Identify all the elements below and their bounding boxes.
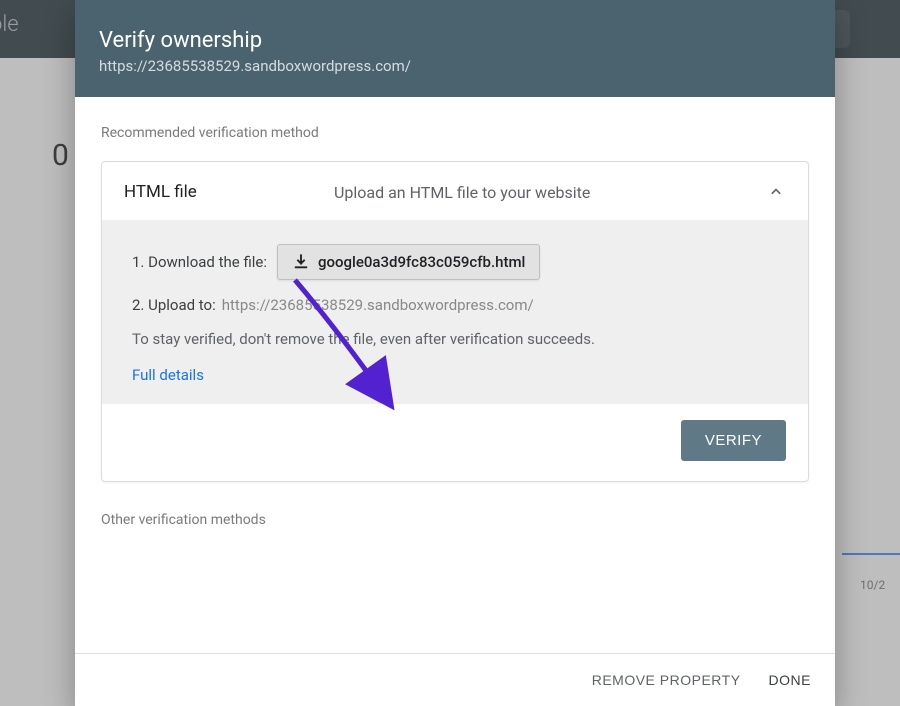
verification-note: To stay verified, don't remove the file,… xyxy=(132,330,778,348)
method-content: 1. Download the file: google0a3d9fc83c05… xyxy=(102,220,808,404)
download-filename: google0a3d9fc83c059cfb.html xyxy=(318,253,525,271)
modal-header: Verify ownership https://23685538529.san… xyxy=(75,0,835,97)
step-download: 1. Download the file: google0a3d9fc83c05… xyxy=(132,244,778,280)
step2-text: 2. Upload to: xyxy=(132,296,216,314)
other-methods-label: Other verification methods xyxy=(101,512,809,528)
modal-title: Verify ownership xyxy=(99,28,811,53)
modal-footer: REMOVE PROPERTY DONE xyxy=(75,653,835,706)
modal-body[interactable]: Recommended verification method HTML fil… xyxy=(75,97,835,653)
step1-text: 1. Download the file: xyxy=(132,253,267,271)
verify-row: VERIFY xyxy=(102,404,808,481)
verify-button[interactable]: VERIFY xyxy=(681,420,786,461)
method-description: Upload an HTML file to your website xyxy=(334,183,766,202)
recommended-method-label: Recommended verification method xyxy=(101,125,809,141)
step-upload: 2. Upload to: https://23685538529.sandbo… xyxy=(132,296,778,314)
chevron-up-icon xyxy=(766,182,786,202)
download-file-button[interactable]: google0a3d9fc83c059cfb.html xyxy=(277,244,540,280)
done-button[interactable]: DONE xyxy=(769,672,811,688)
full-details-link[interactable]: Full details xyxy=(132,366,778,384)
modal-subtitle: https://23685538529.sandboxwordpress.com… xyxy=(99,57,811,75)
step2-url: https://23685538529.sandboxwordpress.com… xyxy=(222,296,534,314)
method-card-html-file: HTML file Upload an HTML file to your we… xyxy=(101,161,809,482)
remove-property-button[interactable]: REMOVE PROPERTY xyxy=(592,672,741,688)
method-header[interactable]: HTML file Upload an HTML file to your we… xyxy=(102,162,808,220)
method-title: HTML file xyxy=(124,182,334,202)
download-icon xyxy=(292,253,310,271)
verify-ownership-modal: Verify ownership https://23685538529.san… xyxy=(75,0,835,706)
